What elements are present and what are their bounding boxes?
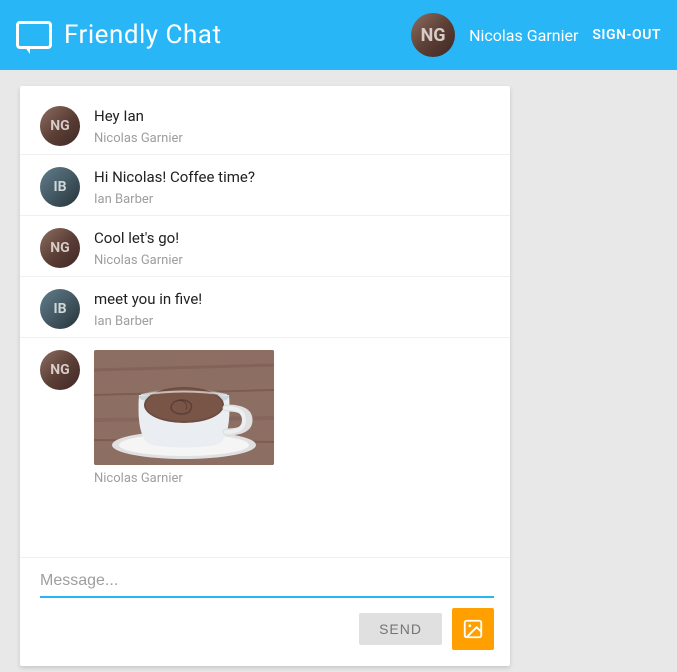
image-icon: [462, 618, 484, 640]
header-username: Nicolas Garnier: [469, 26, 578, 45]
input-underline: [40, 596, 494, 598]
message-item: IB Hi Nicolas! Coffee time? Ian Barber: [20, 155, 510, 216]
message-content: Hey Ian Nicolas Garnier: [94, 106, 490, 146]
message-sender: Nicolas Garnier: [94, 471, 490, 486]
avatar-ib: IB: [40, 289, 80, 329]
message-sender: Nicolas Garnier: [94, 253, 490, 268]
message-avatar: NG: [40, 228, 80, 268]
message-content: Nicolas Garnier: [94, 350, 490, 486]
app-title: Friendly Chat: [64, 20, 221, 50]
header-right: NG Nicolas Garnier SIGN-OUT: [411, 13, 661, 57]
message-avatar: NG: [40, 350, 80, 390]
message-sender: Ian Barber: [94, 314, 490, 329]
message-text: Hey Ian: [94, 106, 490, 127]
header-left: Friendly Chat: [16, 20, 221, 50]
message-sender: Nicolas Garnier: [94, 131, 490, 146]
avatar-ib: IB: [40, 167, 80, 207]
message-item: IB meet you in five! Ian Barber: [20, 277, 510, 338]
messages-list: NG Hey Ian Nicolas Garnier IB Hi Nicolas…: [20, 86, 510, 557]
message-sender: Ian Barber: [94, 192, 490, 207]
chat-logo-icon: [16, 21, 52, 49]
message-text: meet you in five!: [94, 289, 490, 310]
message-text: Hi Nicolas! Coffee time?: [94, 167, 490, 188]
message-input-wrapper: [40, 570, 494, 598]
message-item: NG Cool let's go! Nicolas Garnier: [20, 216, 510, 277]
message-content: Hi Nicolas! Coffee time? Ian Barber: [94, 167, 490, 207]
signout-button[interactable]: SIGN-OUT: [592, 27, 661, 43]
message-text: Cool let's go!: [94, 228, 490, 249]
message-item: NG Hey Ian Nicolas Garnier: [20, 94, 510, 155]
message-item: NG: [20, 338, 510, 494]
chat-card: NG Hey Ian Nicolas Garnier IB Hi Nicolas…: [20, 86, 510, 666]
message-input[interactable]: [40, 570, 494, 592]
avatar-initials: NG: [411, 13, 455, 57]
image-upload-button[interactable]: [452, 608, 494, 650]
message-image: [94, 350, 274, 465]
main-content: NG Hey Ian Nicolas Garnier IB Hi Nicolas…: [0, 70, 677, 672]
app-header: Friendly Chat NG Nicolas Garnier SIGN-OU…: [0, 0, 677, 70]
message-avatar: NG: [40, 106, 80, 146]
avatar-ng: NG: [40, 228, 80, 268]
message-content: meet you in five! Ian Barber: [94, 289, 490, 329]
avatar-ng: NG: [40, 106, 80, 146]
input-area: SEND: [20, 557, 510, 666]
user-avatar: NG: [411, 13, 455, 57]
message-avatar: IB: [40, 289, 80, 329]
avatar-ng: NG: [40, 350, 80, 390]
message-content: Cool let's go! Nicolas Garnier: [94, 228, 490, 268]
message-avatar: IB: [40, 167, 80, 207]
send-button[interactable]: SEND: [359, 613, 442, 645]
input-actions: SEND: [40, 608, 494, 650]
